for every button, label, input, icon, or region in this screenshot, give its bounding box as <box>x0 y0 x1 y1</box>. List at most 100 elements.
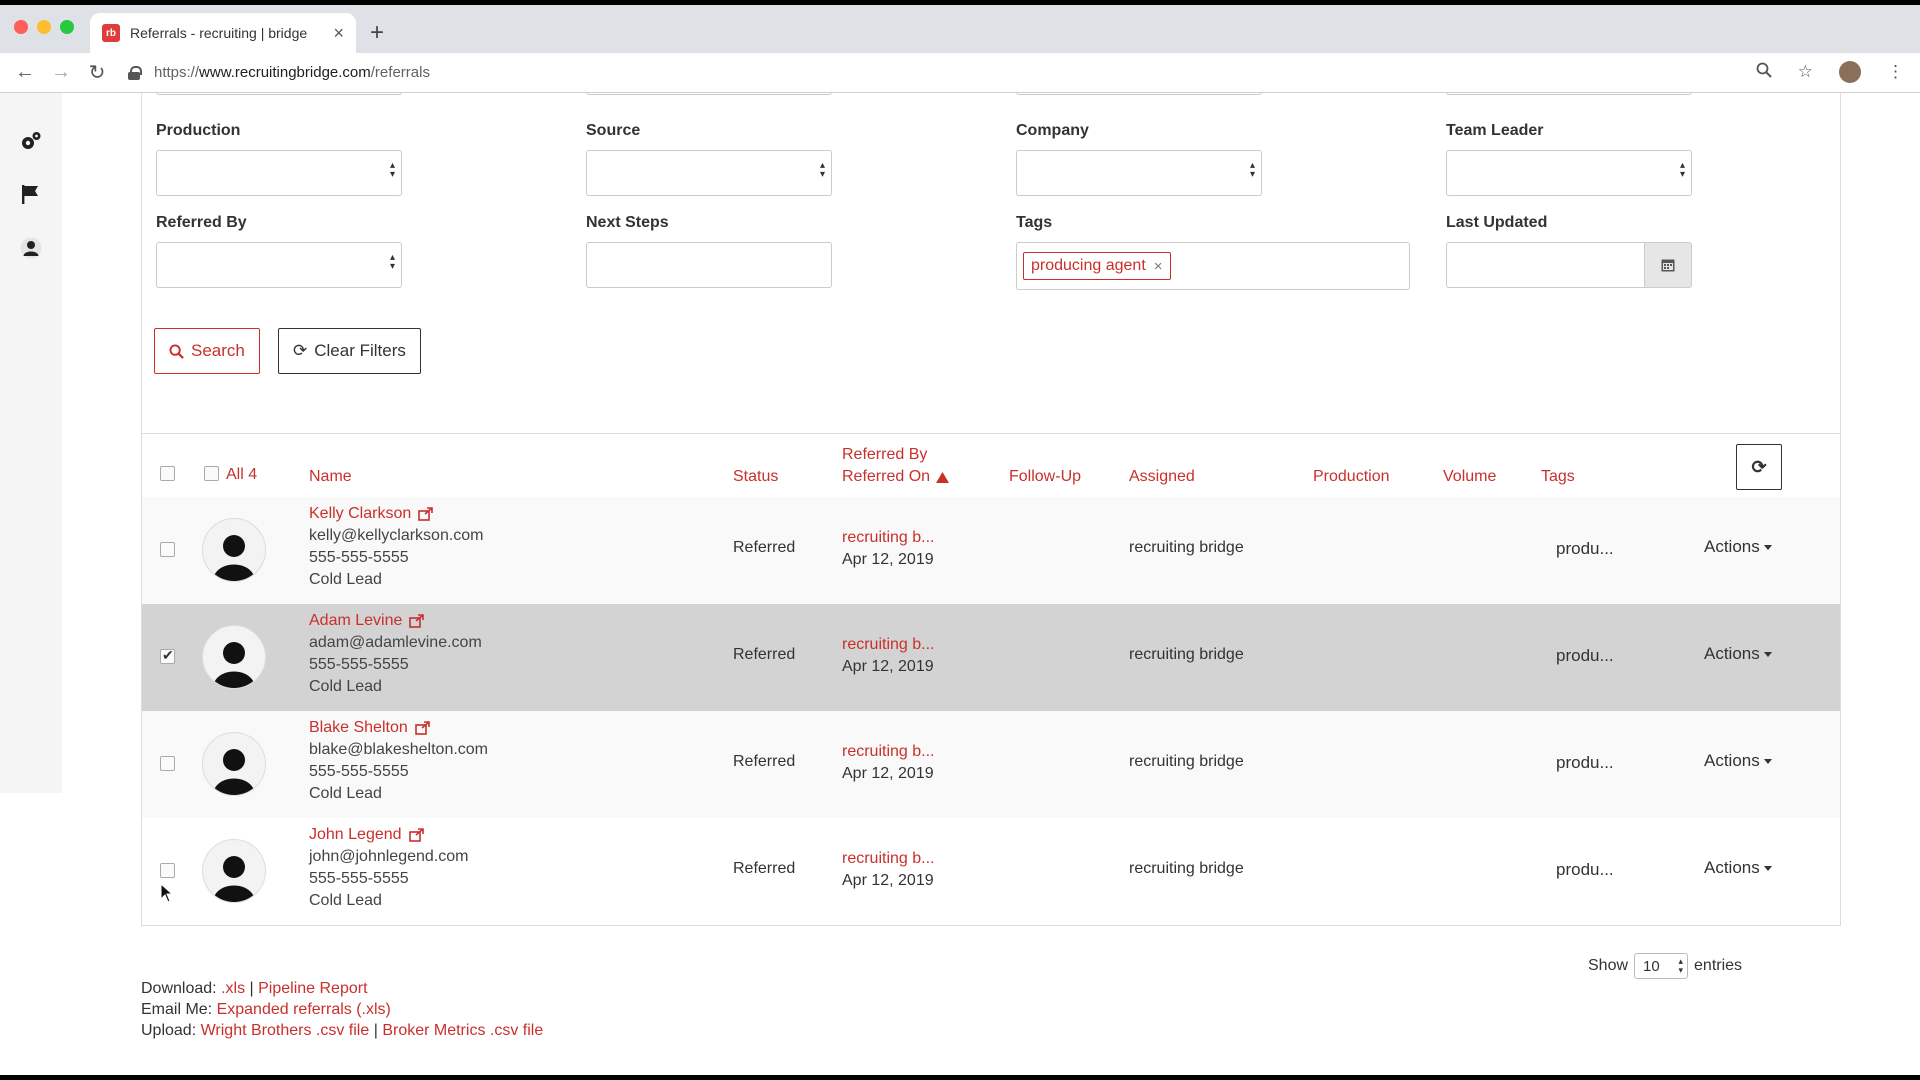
flag-icon[interactable] <box>18 181 44 207</box>
broker-metrics-link[interactable]: Broker Metrics .csv file <box>382 1022 543 1039</box>
new-tab-icon[interactable]: + <box>370 19 384 47</box>
filter-field-partial[interactable] <box>156 93 402 95</box>
select-page-checkbox[interactable] <box>160 466 175 481</box>
referred-by-select[interactable] <box>156 242 402 288</box>
referrals-table: All 4 Name Status Referred By Referred O… <box>141 433 1841 926</box>
actions-dropdown[interactable]: Actions <box>1704 858 1772 878</box>
filter-field-partial[interactable] <box>1016 93 1262 95</box>
separator: | <box>373 1022 378 1039</box>
bookmark-star-icon[interactable]: ☆ <box>1798 62 1813 82</box>
browser-tab[interactable]: rb Referrals - recruiting | bridge × <box>90 13 356 53</box>
contact-name-link[interactable]: Adam Levine <box>309 612 425 630</box>
source-filter: Source <box>586 122 832 196</box>
tag-chip[interactable]: producing agent × <box>1023 252 1171 280</box>
assigned-cell: recruiting bridge <box>1129 753 1244 770</box>
header-volume[interactable]: Volume <box>1443 468 1496 486</box>
contact-name-link[interactable]: John Legend <box>309 826 425 844</box>
expanded-referrals-link[interactable]: Expanded referrals (.xls) <box>217 1001 391 1018</box>
header-tags[interactable]: Tags <box>1541 468 1575 486</box>
row-checkbox[interactable] <box>160 542 175 557</box>
referred-by-link[interactable]: recruiting b... <box>842 850 934 868</box>
header-name[interactable]: Name <box>309 468 352 486</box>
gears-icon[interactable] <box>18 129 44 155</box>
status-cell: Referred <box>733 539 796 556</box>
actions-dropdown[interactable]: Actions <box>1704 644 1772 664</box>
browser-actions: ☆ ⋮ <box>1756 61 1904 83</box>
external-link-icon[interactable] <box>414 721 431 735</box>
zoom-icon[interactable] <box>1756 62 1772 83</box>
mouse-cursor-icon <box>160 883 174 903</box>
maximize-window-button[interactable] <box>60 20 74 34</box>
pipeline-report-link[interactable]: Pipeline Report <box>258 980 367 997</box>
header-referred-by[interactable]: Referred By <box>842 446 927 464</box>
production-filter: Production <box>156 122 402 196</box>
clear-filters-button[interactable]: ⟳ Clear Filters <box>278 328 421 374</box>
back-icon[interactable]: ← <box>14 61 36 84</box>
filter-field-partial[interactable] <box>586 93 832 95</box>
contact-phone: 555-555-5555 <box>309 763 409 780</box>
search-button[interactable]: Search <box>154 328 260 374</box>
company-filter: Company <box>1016 122 1262 196</box>
calendar-icon[interactable] <box>1644 242 1692 288</box>
filter-field-partial[interactable] <box>1446 93 1692 95</box>
tab-bar: rb Referrals - recruiting | bridge × + <box>0 5 1920 53</box>
xls-link[interactable]: .xls <box>221 980 245 997</box>
next-steps-input[interactable] <box>586 242 832 288</box>
profile-avatar-icon[interactable] <box>1839 61 1861 83</box>
team-leader-select[interactable] <box>1446 150 1692 196</box>
actions-label: Actions <box>1704 751 1760 770</box>
actions-dropdown[interactable]: Actions <box>1704 751 1772 771</box>
avatar <box>202 839 266 903</box>
clear-filters-label: Clear Filters <box>314 341 406 360</box>
email-line: Email Me: Expanded referrals (.xls) <box>141 999 543 1020</box>
external-link-icon[interactable] <box>418 507 434 521</box>
contact-email: kelly@kellyclarkson.com <box>309 527 484 544</box>
forward-icon[interactable]: → <box>50 61 72 84</box>
select-all-checkbox[interactable] <box>204 466 219 481</box>
header-follow-up[interactable]: Follow-Up <box>1009 468 1081 486</box>
external-link-icon[interactable] <box>408 828 425 842</box>
tab-close-icon[interactable]: × <box>333 23 344 44</box>
close-window-button[interactable] <box>14 20 28 34</box>
url-field[interactable]: https://www.recruitingbridge.com/referra… <box>128 64 430 81</box>
tag-remove-icon[interactable]: × <box>1154 258 1163 275</box>
status-cell: Referred <box>733 646 796 663</box>
wright-brothers-link[interactable]: Wright Brothers .csv file <box>201 1022 370 1039</box>
reload-icon[interactable]: ↻ <box>86 60 108 85</box>
row-checkbox[interactable] <box>160 863 175 878</box>
contact-name-link[interactable]: Kelly Clarkson <box>309 505 434 523</box>
entries-select[interactable]: 10 <box>1634 953 1689 979</box>
production-select[interactable] <box>156 150 402 196</box>
caret-down-icon <box>1763 758 1772 764</box>
refresh-table-button[interactable]: ⟳ <box>1736 444 1782 490</box>
next-steps-filter: Next Steps <box>586 214 832 288</box>
tags-input[interactable]: producing agent × <box>1016 242 1410 290</box>
source-select[interactable] <box>586 150 832 196</box>
production-label: Production <box>156 122 241 139</box>
menu-dots-icon[interactable]: ⋮ <box>1887 62 1904 82</box>
actions-label: Actions <box>1704 537 1760 556</box>
contact-name-link[interactable]: Blake Shelton <box>309 719 431 737</box>
referred-on-date: Apr 12, 2019 <box>842 765 934 782</box>
row-checkbox[interactable] <box>160 756 175 771</box>
tag-chip-label: producing agent <box>1031 257 1146 274</box>
separator: | <box>249 980 254 997</box>
referred-by-link[interactable]: recruiting b... <box>842 529 934 547</box>
header-referred-on[interactable]: Referred On <box>842 468 950 486</box>
favicon-icon: rb <box>102 24 120 42</box>
company-select[interactable] <box>1016 150 1262 196</box>
user-icon[interactable] <box>18 235 44 261</box>
header-status[interactable]: Status <box>733 468 778 486</box>
actions-dropdown[interactable]: Actions <box>1704 537 1772 557</box>
referred-by-link[interactable]: recruiting b... <box>842 636 934 654</box>
row-checkbox[interactable] <box>160 647 175 664</box>
header-assigned[interactable]: Assigned <box>1129 468 1195 486</box>
external-link-icon[interactable] <box>409 614 425 628</box>
minimize-window-button[interactable] <box>37 20 51 34</box>
last-updated-input[interactable] <box>1446 242 1644 288</box>
all-count-label[interactable]: All 4 <box>226 466 257 484</box>
upload-label: Upload: <box>141 1022 197 1039</box>
referred-by-link[interactable]: recruiting b... <box>842 743 934 761</box>
header-production[interactable]: Production <box>1313 468 1390 486</box>
tab-title: Referrals - recruiting | bridge <box>130 25 308 41</box>
